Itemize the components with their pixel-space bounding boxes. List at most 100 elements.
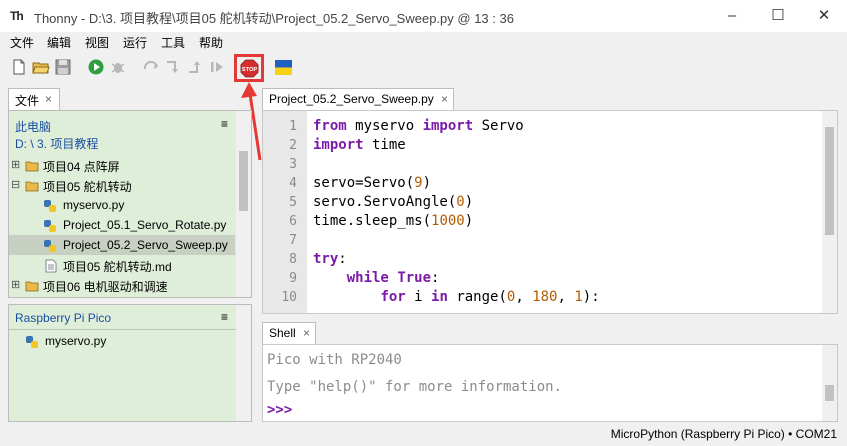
text-file-icon: [45, 259, 57, 273]
tab-files-close-icon[interactable]: ×: [45, 92, 52, 106]
code-keyword: import: [313, 137, 364, 153]
device-file-myservo[interactable]: myservo.py: [45, 334, 106, 348]
code-keyword: try: [313, 251, 339, 267]
code-text: ,: [557, 289, 575, 305]
menu-help[interactable]: 帮助: [199, 34, 223, 51]
menu-view[interactable]: 视图: [85, 34, 109, 51]
tree-expand-icon[interactable]: ⊞: [11, 278, 20, 291]
interpreter-status[interactable]: MicroPython (Raspberry Pi Pico) • COM21: [611, 427, 837, 441]
tree-item-servo-rotate[interactable]: Project_05.1_Servo_Rotate.py: [63, 218, 226, 232]
code-text: :: [431, 270, 440, 286]
menu-run[interactable]: 运行: [123, 34, 147, 51]
editor-scrollbar[interactable]: [822, 111, 837, 313]
code-text: ): [464, 213, 474, 229]
python-file-icon: [44, 200, 56, 212]
menu-file[interactable]: 文件: [10, 34, 34, 51]
code-text: servo.ServoAngle(: [313, 194, 457, 210]
menu-edit[interactable]: 编辑: [47, 34, 71, 51]
files-menu-icon[interactable]: ≡: [221, 117, 228, 131]
shell-output-line: Pico with RP2040: [267, 352, 402, 368]
run-icon[interactable]: [87, 58, 105, 76]
code-number: 0: [456, 194, 465, 210]
tab-files[interactable]: 文件 ×: [8, 88, 60, 110]
line-number: 6: [289, 214, 297, 229]
code-number: 9: [414, 175, 423, 191]
code-line[interactable]: import time: [313, 137, 406, 153]
code-keyword: import: [422, 118, 474, 134]
line-number: 7: [289, 233, 297, 248]
debug-icon[interactable]: [109, 58, 127, 76]
open-folder-icon[interactable]: [32, 58, 50, 76]
tab-files-label: 文件: [15, 94, 40, 108]
shell-prompt[interactable]: >>>: [267, 402, 292, 418]
code-text: ): [422, 175, 432, 191]
tree-item-folder-05[interactable]: 项目05 舵机转动: [43, 178, 132, 195]
thonny-logo-icon: Th: [10, 9, 24, 23]
step-into-icon[interactable]: [164, 58, 182, 76]
shell-scrollbar[interactable]: [822, 345, 837, 421]
code-line[interactable]: try:: [313, 251, 347, 267]
tab-shell-close-icon[interactable]: ×: [303, 326, 310, 340]
code-line[interactable]: time.sleep_ms(1000): [313, 213, 473, 229]
device-panel: Raspberry Pi Pico ≡ myservo.py: [8, 304, 252, 422]
tree-item-servo-sweep[interactable]: Project_05.2_Servo_Sweep.py: [63, 238, 228, 252]
line-number: 1: [289, 119, 297, 134]
ukraine-flag-icon[interactable]: [275, 60, 292, 75]
tab-editor-close-icon[interactable]: ×: [441, 92, 448, 106]
tree-item-md-file[interactable]: 项目05 舵机转动.md: [63, 258, 172, 275]
tree-item-folder-06[interactable]: 项目06 电机驱动和调速: [43, 278, 168, 295]
shell-scrollbar-thumb[interactable]: [825, 385, 834, 401]
minimize-button[interactable]: –: [709, 0, 755, 32]
files-scrollbar[interactable]: [236, 111, 251, 297]
tab-shell[interactable]: Shell ×: [262, 322, 316, 344]
path-label[interactable]: D: \ 3. 项目教程: [15, 135, 98, 152]
close-button[interactable]: ✕: [801, 0, 847, 32]
line-number: 8: [289, 252, 297, 267]
code-text: time.sleep_ms(: [313, 213, 432, 229]
line-number-gutter: 1 2 3 4 5 6 7 8 9 10: [263, 111, 307, 313]
code-text: time: [363, 137, 406, 153]
code-text: :: [338, 251, 347, 267]
python-file-icon: [44, 220, 56, 232]
line-number: 5: [289, 195, 297, 210]
folder-icon: [25, 281, 39, 292]
code-line[interactable]: while True:: [313, 270, 440, 286]
computer-label[interactable]: 此电脑: [15, 118, 51, 135]
code-line[interactable]: from myservo import Servo: [313, 118, 524, 134]
editor-scrollbar-thumb[interactable]: [825, 127, 834, 235]
code-line[interactable]: servo=Servo(9): [313, 175, 431, 191]
save-icon[interactable]: [54, 58, 72, 76]
code-text: Servo: [473, 118, 524, 134]
code-number: 1000: [431, 213, 465, 229]
tree-item-folder-04[interactable]: 项目04 点阵屏: [43, 158, 120, 175]
code-line[interactable]: servo.ServoAngle(0): [313, 194, 473, 210]
device-menu-icon[interactable]: ≡: [221, 310, 228, 324]
shell-panel[interactable]: Pico with RP2040 Type "help()" for more …: [262, 344, 838, 422]
tab-shell-label: Shell: [269, 326, 296, 340]
tab-editor[interactable]: Project_05.2_Servo_Sweep.py ×: [262, 88, 454, 110]
code-editor[interactable]: 1 2 3 4 5 6 7 8 9 10 from myservo import…: [262, 110, 838, 314]
line-number: 9: [289, 271, 297, 286]
maximize-button[interactable]: ☐: [755, 0, 801, 32]
tree-expand-icon[interactable]: ⊞: [11, 158, 20, 171]
tree-item-myservo[interactable]: myservo.py: [63, 198, 124, 212]
code-line[interactable]: for i in range(0, 180, 1):: [313, 289, 599, 305]
step-out-icon[interactable]: [186, 58, 204, 76]
resume-icon[interactable]: [208, 58, 226, 76]
python-file-icon: [44, 240, 56, 252]
step-over-icon[interactable]: [142, 58, 160, 76]
new-file-icon[interactable]: [10, 58, 28, 76]
code-keyword: from: [313, 118, 347, 134]
python-file-icon: [26, 336, 38, 348]
device-scrollbar[interactable]: [236, 305, 251, 421]
files-scrollbar-thumb[interactable]: [239, 151, 248, 211]
folder-icon: [25, 161, 39, 172]
menu-tools[interactable]: 工具: [161, 34, 185, 51]
tab-editor-label: Project_05.2_Servo_Sweep.py: [269, 92, 434, 106]
tree-collapse-icon[interactable]: ⊟: [11, 178, 20, 191]
code-number: 1: [574, 289, 583, 305]
code-text: i: [405, 289, 432, 305]
device-title: Raspberry Pi Pico: [15, 311, 112, 325]
